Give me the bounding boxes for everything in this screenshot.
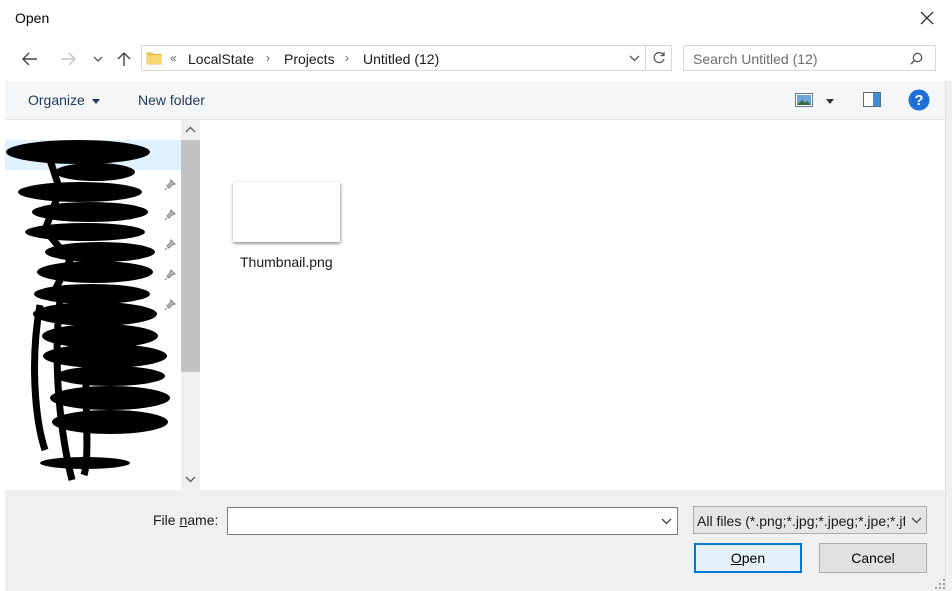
scroll-down-icon[interactable] [185,476,196,483]
breadcrumb-projects[interactable]: Projects [284,51,335,67]
breadcrumb-separator[interactable]: › [266,51,270,65]
close-icon [920,11,934,25]
organize-button[interactable]: Organize [28,92,100,108]
resize-grip-icon[interactable] [934,578,946,590]
caret-down-icon [826,99,834,104]
new-folder-button[interactable]: New folder [138,92,205,108]
scroll-up-icon[interactable] [185,126,196,133]
file-name-input[interactable] [227,507,678,535]
arrow-left-icon [22,52,37,66]
folder-icon [146,52,162,65]
file-name-label: File name: [153,512,218,528]
open-label: pen [741,550,766,566]
arrow-right-icon [61,52,76,66]
file-list[interactable] [201,120,945,490]
file-type-dropdown[interactable] [906,508,926,533]
chevron-down-icon [911,517,921,524]
file-name-dropdown[interactable] [655,508,677,534]
preview-pane-icon [863,92,881,107]
change-view-button[interactable] [793,91,834,109]
close-button[interactable] [906,2,948,34]
breadcrumb-separator[interactable]: › [345,51,349,65]
command-bar: Organize New folder ? [5,81,945,120]
redaction-scribble [6,140,170,481]
preview-pane-button[interactable] [863,92,881,108]
cancel-button[interactable]: Cancel [819,543,927,573]
chevron-down-icon[interactable] [629,55,640,62]
open-button[interactable]: Open [694,543,802,573]
search-input[interactable]: Search Untitled (12) [683,45,936,71]
file-name-label-part: ame: [187,512,219,528]
breadcrumb-localstate[interactable]: LocalState [188,51,254,67]
open-accel: O [730,550,742,566]
organize-label: Organize [28,92,85,108]
caret-down-icon [91,98,100,104]
refresh-icon [653,51,665,64]
chevron-down-icon [93,56,103,62]
title-bar [0,0,952,36]
file-type-select[interactable]: All files (*.png;*.jpg;*.jpeg;*.jpe;*.jf… [693,506,927,534]
refresh-button[interactable] [646,45,672,71]
breadcrumb-overflow[interactable]: « [170,51,177,65]
breadcrumb-untitled[interactable]: Untitled (12) [363,51,439,67]
forward-button[interactable] [56,47,80,71]
up-button[interactable] [113,47,135,71]
address-bar[interactable]: « LocalState › Projects › Untitled (12) [141,45,646,71]
back-button[interactable] [18,47,42,71]
window-edge [945,81,952,591]
recent-locations-button[interactable] [89,50,107,68]
file-thumbnail[interactable] [233,182,340,242]
help-icon: ? [908,89,930,111]
view-icon [795,93,813,107]
svg-text:?: ? [914,92,923,109]
file-name-label-part: File [153,512,180,528]
arrow-up-icon [117,52,131,66]
window-title: Open [15,10,50,26]
file-name[interactable]: Thumbnail.png [240,254,333,270]
file-type-value: All files (*.png;*.jpg;*.jpeg;*.jpe;*.jf… [697,513,905,529]
search-icon[interactable] [910,52,923,65]
help-button[interactable]: ? [908,89,930,111]
search-placeholder: Search Untitled (12) [693,51,818,67]
chevron-down-icon [661,518,671,524]
nav-scrollbar-thumb[interactable] [181,140,200,372]
